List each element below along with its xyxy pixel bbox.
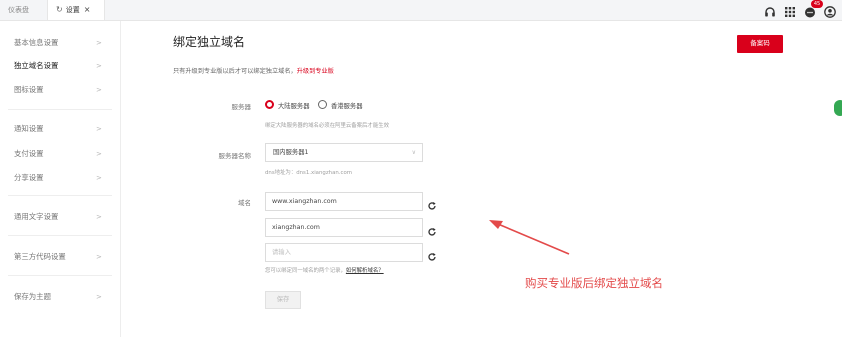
annotation-arrow <box>489 220 570 255</box>
annotation-text: 购买专业版后绑定独立域名 <box>525 276 663 290</box>
floating-help-button[interactable] <box>834 100 842 116</box>
